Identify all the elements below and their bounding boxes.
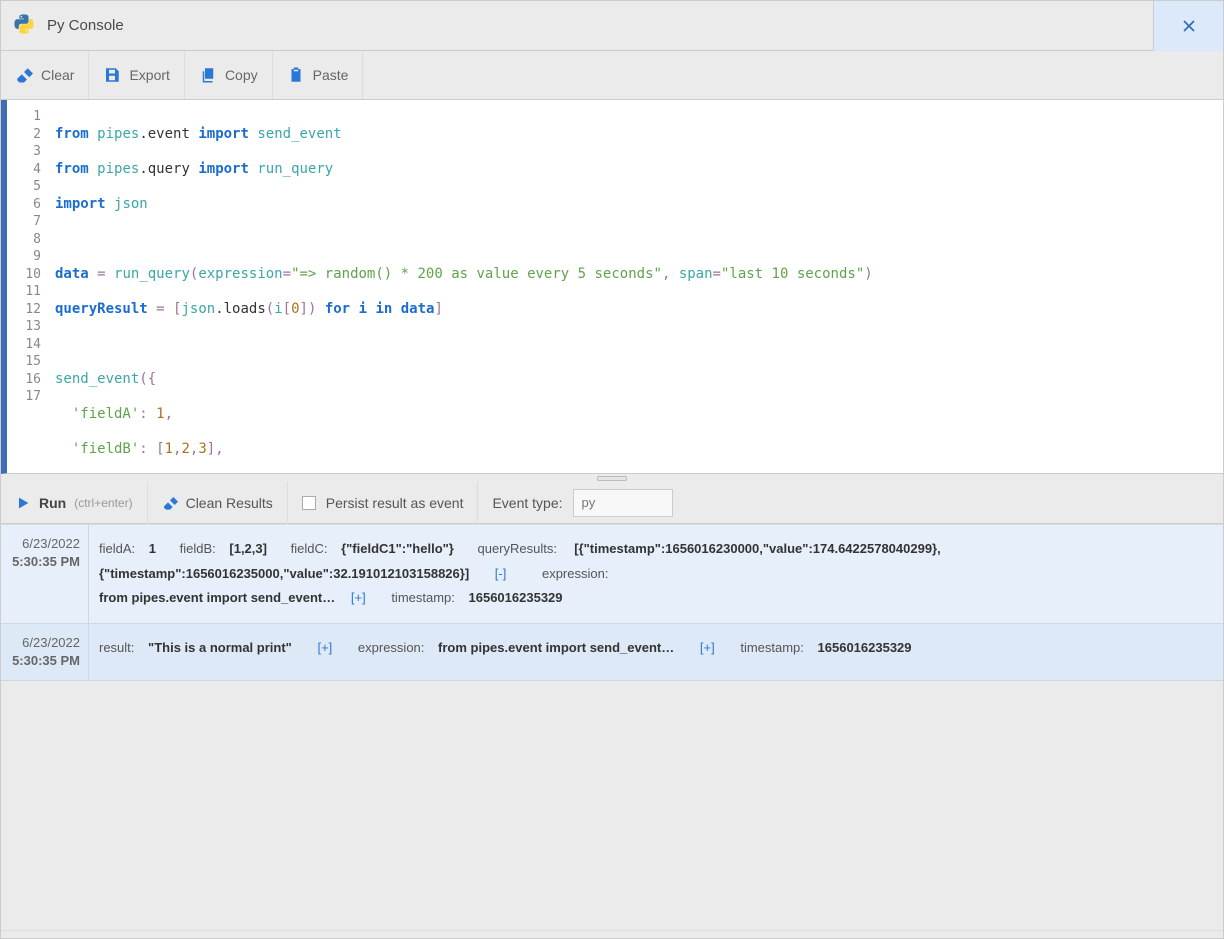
titlebar: Py Console — [1, 1, 1223, 51]
close-button[interactable] — [1153, 1, 1223, 51]
run-toolbar: Run (ctrl+enter) Clean Results Persist r… — [1, 482, 1223, 524]
paste-button[interactable]: Paste — [273, 51, 364, 99]
result-timestamp: 6/23/2022 5:30:35 PM — [1, 525, 89, 623]
result-row[interactable]: 6/23/2022 5:30:35 PM result: "This is a … — [1, 624, 1223, 681]
expand-toggle[interactable]: [+] — [315, 640, 334, 655]
export-label: Export — [129, 67, 169, 83]
clear-button[interactable]: Clear — [1, 51, 89, 99]
statusbar — [1, 930, 1223, 938]
clear-label: Clear — [41, 67, 74, 83]
clean-results-button[interactable]: Clean Results — [148, 482, 288, 524]
play-icon — [15, 495, 31, 511]
clean-results-label: Clean Results — [186, 495, 273, 511]
run-button[interactable]: Run (ctrl+enter) — [1, 482, 148, 524]
code-content[interactable]: from pipes.event import send_event from … — [49, 100, 1223, 473]
export-button[interactable]: Export — [89, 51, 184, 99]
result-body: fieldA: 1 fieldB: [1,2,3] fieldC: {"fiel… — [89, 525, 1223, 623]
persist-label: Persist result as event — [326, 495, 464, 511]
result-row[interactable]: 6/23/2022 5:30:35 PM fieldA: 1 fieldB: [… — [1, 525, 1223, 624]
run-label: Run — [39, 495, 66, 511]
eraser-icon — [15, 66, 33, 84]
paste-label: Paste — [313, 67, 349, 83]
event-type-group: Event type: — [478, 482, 686, 524]
persist-checkbox[interactable] — [302, 496, 316, 510]
event-type-label: Event type: — [492, 495, 562, 511]
collapse-toggle[interactable]: [-] — [493, 566, 509, 581]
event-type-input[interactable] — [573, 489, 673, 517]
run-shortcut: (ctrl+enter) — [74, 496, 132, 510]
expand-toggle[interactable]: [+] — [349, 590, 368, 605]
close-icon — [1183, 20, 1195, 32]
expand-toggle[interactable]: [+] — [698, 640, 717, 655]
results-panel: 6/23/2022 5:30:35 PM fieldA: 1 fieldB: [… — [1, 524, 1223, 930]
line-gutter: 1234567891011121314151617 — [7, 100, 49, 473]
code-editor[interactable]: 1234567891011121314151617 from pipes.eve… — [1, 100, 1223, 474]
persist-checkbox-group[interactable]: Persist result as event — [288, 482, 479, 524]
save-icon — [103, 66, 121, 84]
toolbar: Clear Export Copy Paste — [1, 51, 1223, 100]
clipboard-icon — [287, 66, 305, 84]
python-logo-icon — [13, 13, 35, 38]
copy-icon — [199, 66, 217, 84]
result-body: result: "This is a normal print" [+] exp… — [89, 624, 1223, 680]
copy-label: Copy — [225, 67, 258, 83]
window-title: Py Console — [47, 17, 124, 34]
result-timestamp: 6/23/2022 5:30:35 PM — [1, 624, 89, 680]
copy-button[interactable]: Copy — [185, 51, 273, 99]
eraser-icon — [162, 495, 178, 511]
